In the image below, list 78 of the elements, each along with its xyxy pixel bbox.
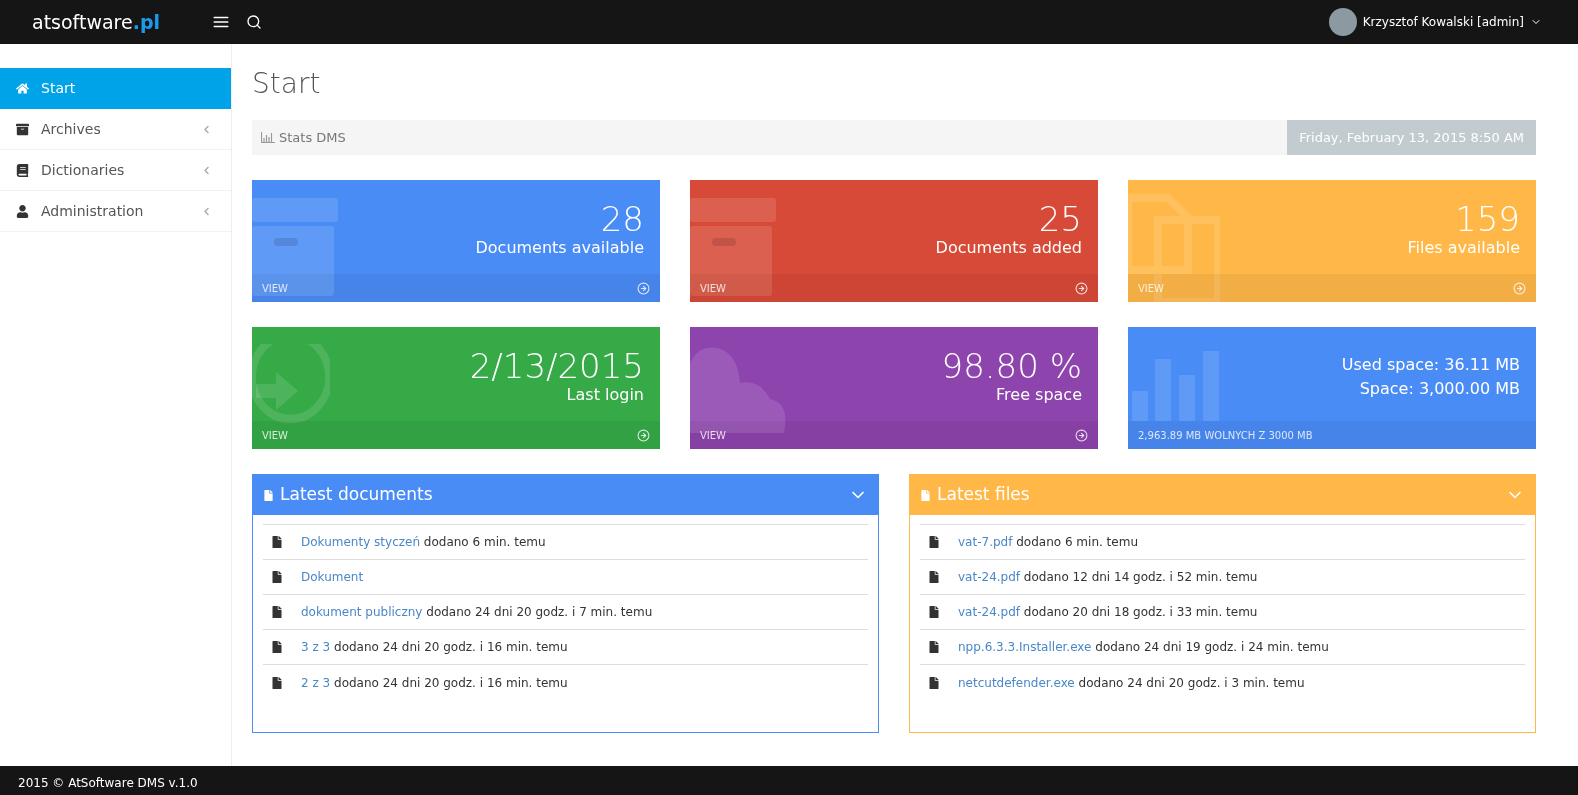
date-display: Friday, February 13, 2015 8:50 AM [1287,120,1536,155]
arrow-circle-icon [1075,428,1088,442]
item-link[interactable]: vat-7.pdf [958,535,1013,549]
avatar[interactable] [1328,8,1357,36]
list-entry: npp.6.3.3.Installer.exe dodano 24 dni 19 godz. i 24 min. temu [958,639,1329,656]
arrow-circle-icon [637,428,650,442]
stat-value: 98.80 % [941,348,1082,384]
item-link[interactable]: vat-24.pdf [958,570,1021,584]
item-link[interactable]: Dokumenty styczeń [301,535,420,549]
tile-footer[interactable]: 2,963.89 MB WOLNYCH Z 3000 MB [1128,421,1536,449]
view-link[interactable]: VIEW [262,280,288,296]
stat-value: 2/13/2015 [469,348,644,384]
tile-footer[interactable]: VIEW [252,274,660,302]
view-link[interactable]: VIEW [262,427,288,443]
document-icon [271,536,283,548]
stat-label: Documents available [475,237,644,259]
item-link[interactable]: 2 z 3 [301,675,331,690]
document-icon [271,676,283,689]
document-icon [271,606,283,618]
view-link[interactable]: VIEW [700,427,726,443]
tile-footer[interactable]: VIEW [690,421,1098,449]
document-icon [928,676,940,689]
item-link[interactable]: vat-24.pdf [958,605,1021,619]
tile-footer[interactable]: VIEW [690,274,1098,302]
list-entry: vat-24.pdf dodano 12 dni 14 godz. i 52 min. temu [958,569,1258,586]
document-icon [928,571,940,583]
item-link[interactable]: 3 z 3 [301,640,331,654]
item-link[interactable]: netcutdefender.exe [958,675,1075,690]
book-icon [16,163,29,177]
document-icon [271,641,283,653]
stats-label: Stats DMS [279,128,346,147]
logo-link[interactable]: atsoftware.pl [32,7,212,37]
stat-value: Space: 3,000.00 MB [1359,378,1520,400]
stat-label: Documents added [935,237,1082,259]
document-icon [928,606,940,618]
sidebar-item[interactable]: Dictionaries [0,150,231,191]
stat-value: 159 [1455,201,1520,237]
document-icon [928,641,940,653]
list-entry: dokument publiczny dodano 24 dni 20 godz. i 7 min. temu [301,604,653,621]
list-entry: vat-7.pdf dodano 6 min. temu [958,534,1138,551]
sidebar-item[interactable]: Archives [0,109,231,150]
view-link[interactable]: VIEW [700,280,726,296]
item-link[interactable]: npp.6.3.3.Installer.exe [958,640,1092,654]
document-icon [928,536,940,548]
document-icon [920,489,931,501]
archive-box-icon [16,122,29,136]
view-link[interactable]: 2,963.89 MB WOLNYCH Z 3000 MB [1138,427,1313,443]
sidebar-item[interactable]: Start [0,68,231,109]
arrow-circle-icon [1075,281,1088,295]
document-icon [263,489,274,501]
home-icon [16,81,29,95]
list-entry: vat-24.pdf dodano 20 dni 18 godz. i 33 min. temu [958,604,1258,621]
bar-chart-icon [261,132,275,143]
arrow-circle-icon [637,281,650,295]
stat-label: Files available [1407,237,1520,259]
stat-label: Last login [566,384,644,406]
search-icon[interactable] [246,14,262,30]
list-entry: Dokumenty styczeń dodano 6 min. temu [301,534,546,551]
stat-label: Free space [996,384,1082,406]
sidebar-item[interactable]: Administration [0,191,231,232]
user-name[interactable]: Krzysztof Kowalski [admin] [1362,13,1524,31]
panel-title: Latest files [937,483,1031,507]
copyright-text: 2015 © AtSoftware DMS v.1.0 [18,775,198,792]
stat-value: Used space: 36.11 MB [1341,354,1520,376]
stat-value: 28 [600,201,644,237]
person-icon [16,204,29,218]
item-link[interactable]: dokument publiczny [301,605,423,619]
page-title: Start [252,66,322,102]
list-entry: netcutdefender.exe dodano 24 dni 20 godz. i 3 min. temu [958,674,1305,692]
tile-footer[interactable]: VIEW [252,421,660,449]
arrow-circle-icon [1513,281,1526,295]
document-icon [271,571,283,583]
list-entry: 2 z 3 dodano 24 dni 20 godz. i 16 min. temu [301,674,568,692]
list-entry: 3 z 3 dodano 24 dni 20 godz. i 16 min. temu [301,639,568,656]
item-link[interactable]: Dokument [301,568,364,586]
bar-chart-icon [1132,351,1220,421]
panel-title: Latest documents [280,483,434,507]
stat-value: 25 [1038,201,1082,237]
